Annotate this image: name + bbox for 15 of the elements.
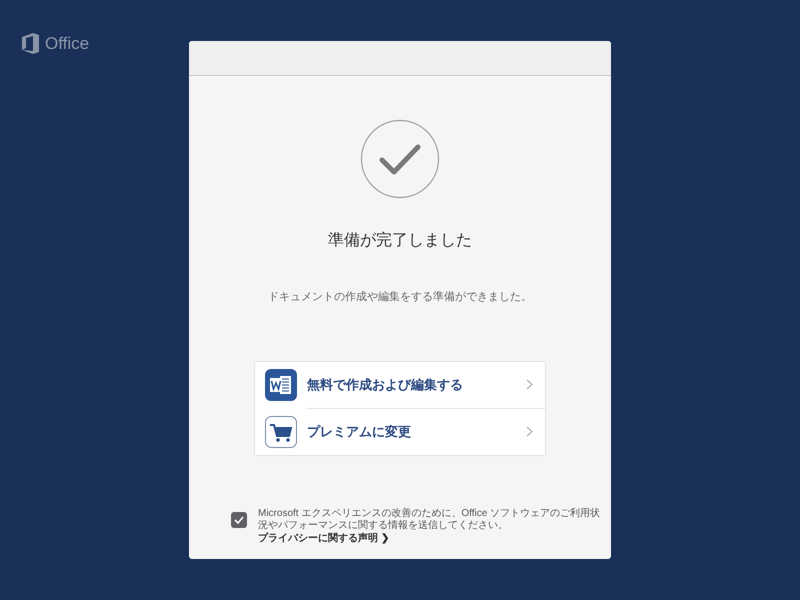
document-app-icon [265,368,297,400]
dialog-title: 準備が完了しました [328,230,472,251]
app-logo-text: Office [45,33,90,55]
shopping-cart-icon [265,416,297,448]
consent-checkbox[interactable] [231,512,247,528]
dialog-message: ドキュメントの作成や編集をする準備ができました。 [268,290,532,305]
checkmark-circle-icon [360,119,440,199]
chevron-right-icon [526,426,533,437]
option-row[interactable]: プレミアムに変更 [255,408,545,454]
checkmark-icon [234,516,244,524]
option-row[interactable]: 無料で作成および編集する [255,362,545,408]
chevron-right-icon [526,379,533,390]
office-logo-icon [22,33,39,54]
privacy-link[interactable]: プライバシーに関する声明 ❯ [258,532,601,546]
consent-text: Microsoft エクスペリエンスの改善のために、Office ソフトウェアのご利用状況やパフォーマンスに関する情報を送信してください。 [258,508,601,532]
